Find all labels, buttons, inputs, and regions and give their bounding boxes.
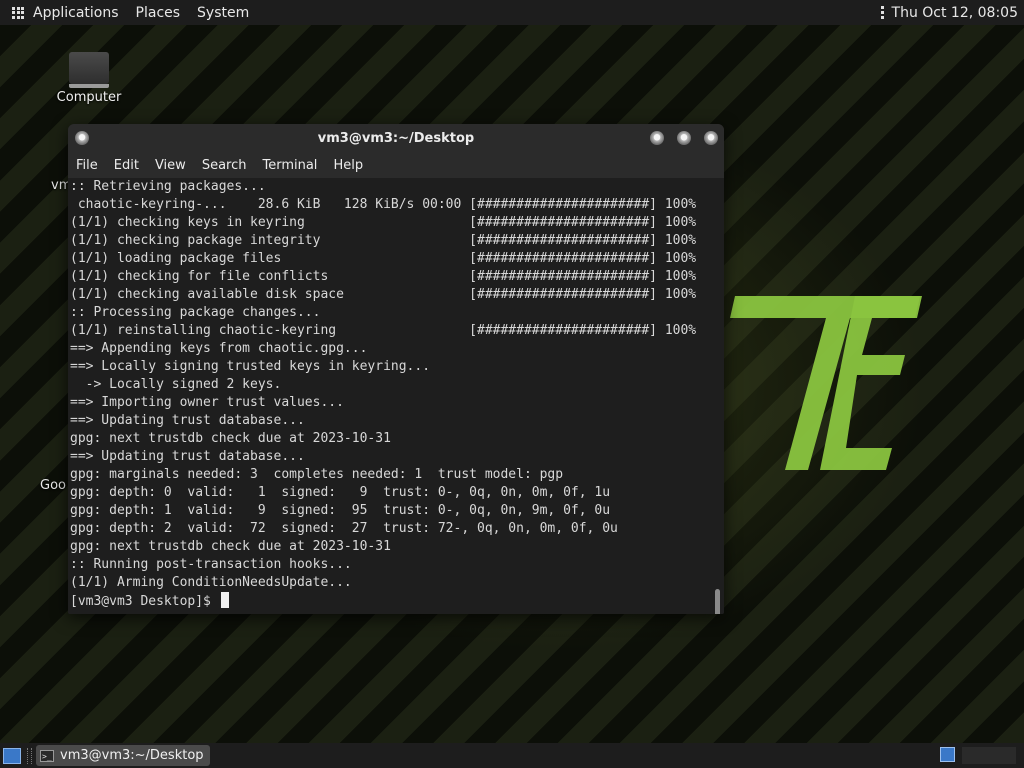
terminal-title: vm3@vm3:~/Desktop	[317, 130, 475, 146]
menu-edit[interactable]: Edit	[114, 158, 139, 173]
terminal-line: (1/1) checking package integrity [######…	[70, 233, 697, 248]
terminal-line: gpg: next trustdb check due at 2023-10-3…	[70, 431, 391, 446]
menu-places[interactable]: Places	[136, 5, 181, 21]
terminal-line: (1/1) Arming ConditionNeedsUpdate...	[70, 575, 352, 590]
close-icon[interactable]	[704, 131, 718, 145]
workspace-switcher-1[interactable]	[940, 747, 955, 762]
menu-view[interactable]: View	[155, 158, 186, 173]
terminal-line: :: Running post-transaction hooks...	[70, 557, 352, 572]
terminal-window[interactable]: vm3@vm3:~/Desktop File Edit View Search …	[68, 124, 724, 614]
terminal-line: :: Retrieving packages...	[70, 179, 266, 194]
terminal-menubar: File Edit View Search Terminal Help	[68, 152, 724, 178]
terminal-line: gpg: marginals needed: 3 completes neede…	[70, 467, 564, 482]
menu-search[interactable]: Search	[202, 158, 247, 173]
bottom-panel: >_ vm3@vm3:~/Desktop	[0, 743, 1024, 768]
terminal-output[interactable]: :: Retrieving packages... chaotic-keyrin…	[68, 178, 724, 614]
desktop-icon-label: Computer	[56, 90, 122, 105]
terminal-text: :: Retrieving packages... chaotic-keyrin…	[70, 178, 696, 611]
terminal-icon: >_	[40, 749, 54, 762]
panel-menu-icon[interactable]	[880, 6, 884, 19]
terminal-titlebar[interactable]: vm3@vm3:~/Desktop	[68, 124, 724, 152]
panel-right-area: Thu Oct 12, 08:05	[880, 5, 1018, 21]
terminal-line: ==> Updating trust database...	[70, 413, 305, 428]
show-desktop-icon[interactable]	[3, 747, 21, 764]
minimize-icon[interactable]	[650, 131, 664, 145]
desktop-icon-label-partial[interactable]: Goo	[40, 478, 66, 493]
maximize-icon[interactable]	[677, 131, 691, 145]
taskbar-handle[interactable]	[27, 747, 32, 764]
terminal-line: (1/1) reinstalling chaotic-keyring [####…	[70, 323, 697, 338]
terminal-line: (1/1) loading package files [###########…	[70, 251, 697, 266]
computer-icon	[69, 52, 109, 88]
top-panel: Applications Places System Thu Oct 12, 0…	[0, 0, 1024, 25]
terminal-scrollbar[interactable]	[715, 589, 720, 614]
workspace-switcher-2[interactable]	[962, 747, 1016, 764]
terminal-line: chaotic-keyring-... 28.6 KiB 128 KiB/s 0…	[77, 197, 697, 212]
terminal-line: ==> Updating trust database...	[70, 449, 305, 464]
menu-help[interactable]: Help	[333, 158, 363, 173]
terminal-line: gpg: next trustdb check due at 2023-10-3…	[70, 539, 391, 554]
terminal-line: -> Locally signed 2 keys.	[85, 377, 282, 392]
menu-terminal[interactable]: Terminal	[262, 158, 317, 173]
terminal-line: ==> Locally signing trusted keys in keyr…	[70, 359, 431, 374]
terminal-line: ==> Importing owner trust values...	[70, 395, 344, 410]
menu-system[interactable]: System	[197, 5, 249, 21]
applications-grid-icon[interactable]	[12, 6, 24, 19]
desktop-icon-computer[interactable]: Computer	[50, 48, 128, 105]
terminal-line: (1/1) checking for file conflicts [#####…	[70, 269, 697, 284]
terminal-line: (1/1) checking keys in keyring [########…	[70, 215, 697, 230]
taskbar-terminal-label: vm3@vm3:~/Desktop	[60, 748, 204, 763]
clock[interactable]: Thu Oct 12, 08:05	[892, 5, 1018, 21]
terminal-line: (1/1) checking available disk space [###…	[70, 287, 697, 302]
terminal-line: ==> Appending keys from chaotic.gpg...	[70, 341, 368, 356]
terminal-line: :: Processing package changes...	[70, 305, 321, 320]
text-cursor	[220, 592, 229, 608]
window-menu-icon[interactable]	[75, 131, 89, 145]
taskbar-terminal-button[interactable]: >_ vm3@vm3:~/Desktop	[36, 745, 210, 766]
terminal-line: gpg: depth: 0 valid: 1 signed: 9 trust: …	[70, 485, 611, 500]
terminal-line: gpg: depth: 2 valid: 72 signed: 27 trust…	[70, 521, 618, 536]
terminal-line: gpg: depth: 1 valid: 9 signed: 95 trust:…	[70, 503, 611, 518]
menu-applications[interactable]: Applications	[33, 5, 119, 21]
menu-file[interactable]: File	[76, 158, 98, 173]
shell-prompt: [vm3@vm3 Desktop]$	[70, 594, 219, 609]
